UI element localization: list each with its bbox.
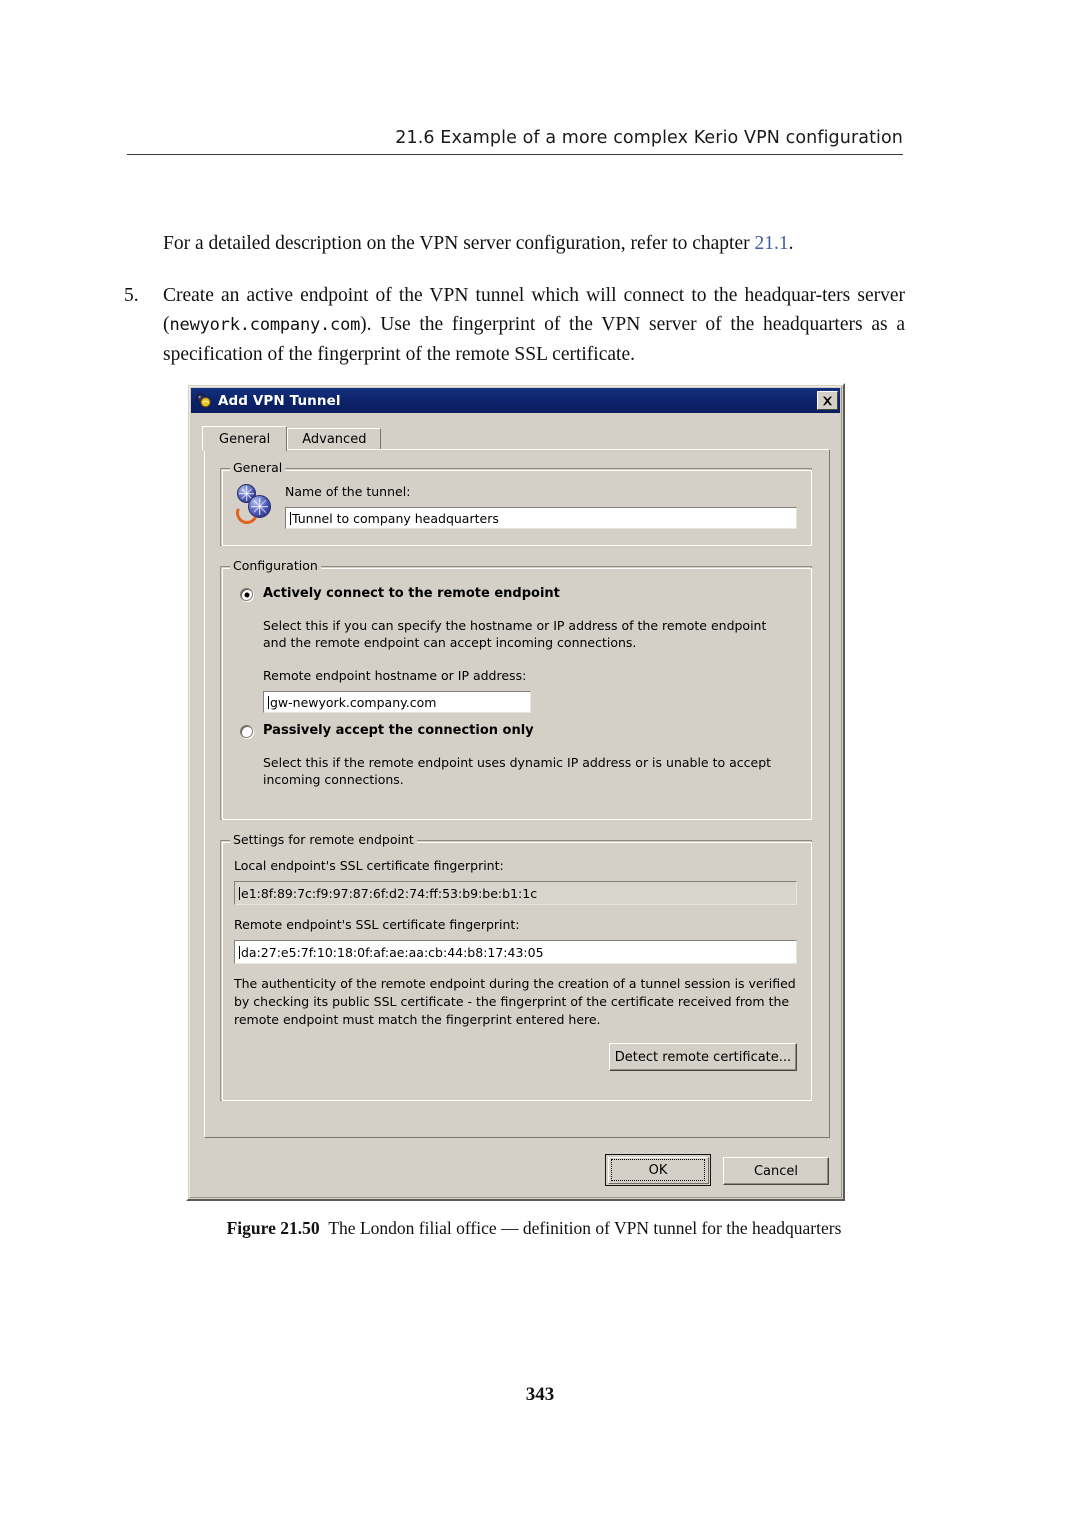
- text-caret: [268, 695, 269, 709]
- text-caret: [290, 511, 291, 525]
- vpn-tunnel-app-icon: [195, 392, 212, 409]
- remote-fingerprint-input[interactable]: da:27:e5:7f:10:18:0f:af:ae:aa:cb:44:b8:1…: [234, 940, 797, 964]
- page-number: 343: [525, 1384, 555, 1405]
- chapter-cross-reference-link[interactable]: 21.1: [754, 233, 788, 254]
- tab-general[interactable]: General: [202, 426, 288, 451]
- group-configuration: Configuration Actively connect to the re…: [220, 558, 812, 820]
- radio-selected-dot: [244, 592, 249, 597]
- page-running-header: 21.6 Example of a more complex Kerio VPN…: [127, 128, 903, 155]
- radio-passively-accept[interactable]: [240, 725, 253, 738]
- local-fingerprint-value: e1:8f:89:7c:f9:97:87:6f:d2:74:ff:53:b9:b…: [241, 885, 538, 901]
- cancel-button-label: Cancel: [753, 1163, 799, 1179]
- radio-actively-connect[interactable]: [240, 588, 253, 601]
- figure-caption-text: The London filial office — definition of…: [328, 1218, 842, 1238]
- step-number: 5.: [124, 285, 139, 306]
- tunnel-name-input[interactable]: Tunnel to company headquarters: [285, 507, 797, 529]
- page-header-text: 21.6 Example of a more complex Kerio VPN…: [395, 128, 903, 148]
- text-caret: [239, 945, 240, 959]
- tunnel-name-value: Tunnel to company headquarters: [292, 510, 499, 526]
- tab-advanced[interactable]: Advanced: [287, 428, 382, 450]
- detect-remote-certificate-button[interactable]: Detect remote certificate...: [609, 1043, 797, 1071]
- detect-remote-certificate-label: Detect remote certificate...: [614, 1049, 792, 1065]
- passively-accept-help-text: Select this if the remote endpoint uses …: [263, 755, 772, 787]
- cancel-button[interactable]: Cancel: [723, 1157, 829, 1185]
- remote-host-value: gw-newyork.company.com: [270, 694, 437, 710]
- figure-caption: Figure 21.50 The London filial office — …: [163, 1218, 905, 1239]
- remote-host-label: Remote endpoint hostname or IP address:: [263, 668, 527, 683]
- close-glyph: [823, 396, 832, 405]
- dialog-titlebar[interactable]: Add VPN Tunnel: [191, 388, 840, 413]
- radio-actively-connect-label[interactable]: Actively connect to the remote endpoint: [263, 586, 560, 602]
- intro-paragraph: For a detailed description on the VPN se…: [163, 229, 905, 258]
- tunnel-name-label: Name of the tunnel:: [285, 484, 411, 499]
- actively-connect-help-text: Select this if you can specify the hostn…: [263, 618, 767, 650]
- tab-panel-general: General Name of the tunnel: Tunnel to co…: [204, 449, 830, 1138]
- remote-fingerprint-value: da:27:e5:7f:10:18:0f:af:ae:aa:cb:44:b8:1…: [241, 944, 544, 960]
- group-general: General Name of the tunnel: Tunnel to co…: [220, 460, 812, 546]
- intro-text-before: For a detailed description on the VPN se…: [163, 233, 755, 254]
- figure-label: Figure 21.50: [226, 1218, 320, 1238]
- local-fingerprint-input[interactable]: e1:8f:89:7c:f9:97:87:6f:d2:74:ff:53:b9:b…: [234, 881, 797, 905]
- group-remote-endpoint-settings: Settings for remote endpoint Local endpo…: [220, 832, 812, 1101]
- group-remote-endpoint-title: Settings for remote endpoint: [230, 832, 417, 847]
- tab-general-label: General: [219, 431, 271, 447]
- radio-passively-accept-label[interactable]: Passively accept the connection only: [263, 723, 534, 739]
- header-rule: [127, 154, 903, 155]
- vpn-tunnel-icon: [232, 484, 273, 528]
- intro-text-after: .: [788, 233, 794, 254]
- remote-host-input[interactable]: gw-newyork.company.com: [263, 691, 531, 713]
- ok-button-label: OK: [648, 1162, 668, 1178]
- close-icon[interactable]: [817, 391, 838, 410]
- dialog-title: Add VPN Tunnel: [218, 392, 341, 409]
- step-body: Create an active endpoint of the VPN tun…: [163, 281, 905, 369]
- group-configuration-title: Configuration: [230, 558, 321, 573]
- ok-button[interactable]: OK: [605, 1154, 711, 1186]
- add-vpn-tunnel-dialog: Add VPN Tunnel General Advanced General: [186, 383, 845, 1201]
- step-hostname-literal: newyork.company.com: [169, 315, 361, 335]
- numbered-step-5: 5. Create an active endpoint of the VPN …: [124, 281, 905, 369]
- fingerprint-explanation-text: The authenticity of the remote endpoint …: [234, 976, 796, 1027]
- text-caret: [239, 886, 240, 900]
- group-general-title: General: [230, 460, 286, 475]
- tab-advanced-label: Advanced: [302, 432, 367, 447]
- dialog-tabstrip: General Advanced: [202, 426, 830, 451]
- local-fingerprint-label: Local endpoint's SSL certificate fingerp…: [234, 858, 504, 873]
- remote-fingerprint-label: Remote endpoint's SSL certificate finger…: [234, 917, 520, 932]
